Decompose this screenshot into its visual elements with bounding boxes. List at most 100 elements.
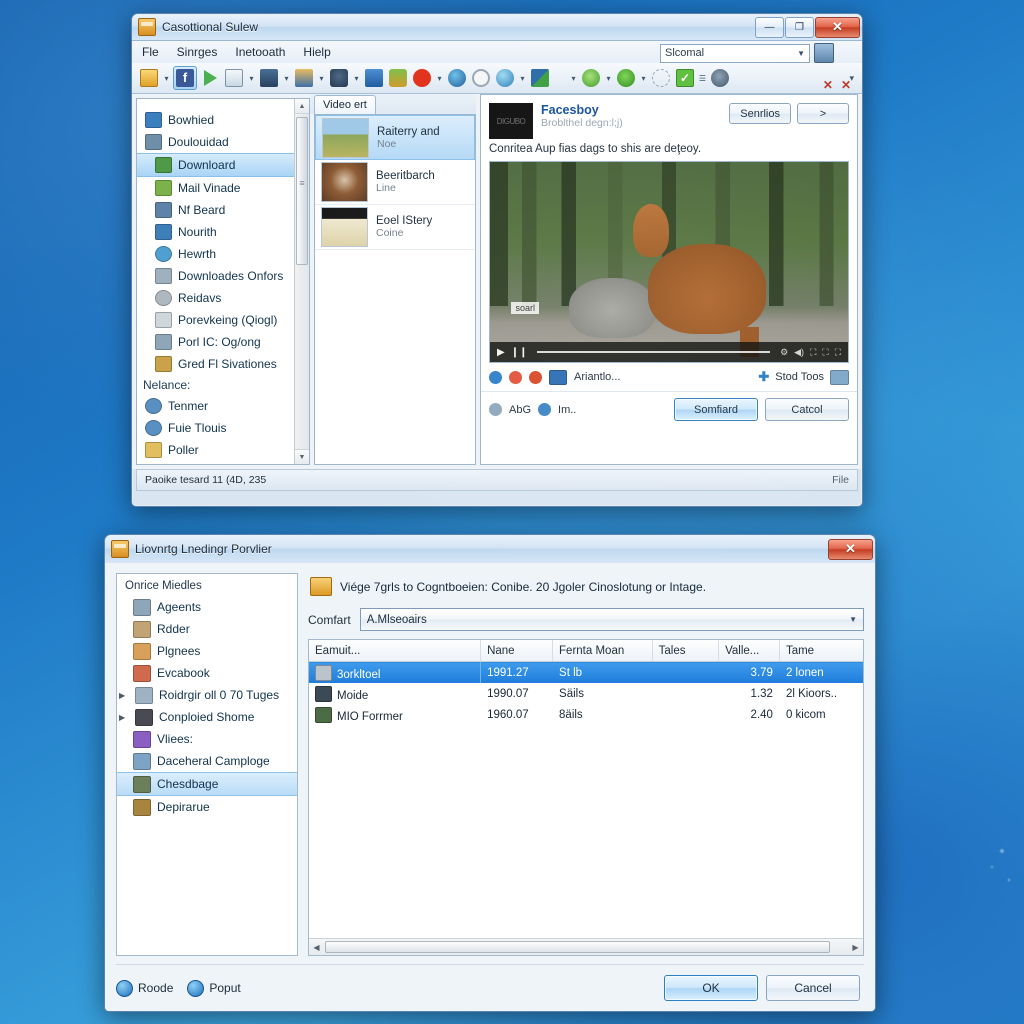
plus-icon[interactable]: ✚ bbox=[758, 369, 769, 385]
cancel-button[interactable]: Catcol bbox=[765, 398, 849, 421]
video-icon[interactable] bbox=[549, 369, 567, 385]
chevron-down-icon[interactable]: ▾ bbox=[282, 74, 291, 83]
menu-item-tools[interactable]: Inetooath bbox=[235, 45, 285, 59]
share-icon[interactable] bbox=[489, 370, 502, 384]
chevron-down-icon[interactable]: ▾ bbox=[352, 74, 361, 83]
media-list[interactable]: Raiterry and Noe Beeritbarch Line Eoel I… bbox=[314, 114, 476, 465]
clock-icon[interactable] bbox=[470, 67, 492, 89]
search-dropdown[interactable]: Slcomal ▼ bbox=[660, 43, 810, 63]
scroll-up-icon[interactable]: ▲ bbox=[295, 99, 309, 114]
settings-icon[interactable]: ⚙ bbox=[780, 347, 788, 358]
list-item[interactable]: Raiterry and Noe bbox=[315, 115, 475, 160]
menu-item-settings[interactable]: Sinrges bbox=[177, 45, 218, 59]
dialog-tree-item-selected[interactable]: Chesdbage bbox=[117, 772, 297, 796]
dialog-tree-item-3[interactable]: Evcabook bbox=[117, 662, 297, 684]
column-header-tales[interactable]: Tales bbox=[652, 640, 720, 662]
sidebar-item-0[interactable]: Bowhied bbox=[137, 109, 295, 131]
dialog-tree[interactable]: Onrice Miedles Ageents Rdder Plgnees Evc… bbox=[116, 573, 298, 956]
chevron-down-icon[interactable]: ▾ bbox=[518, 74, 527, 83]
close-button[interactable]: ✕ bbox=[815, 16, 860, 38]
column-header-name[interactable]: Nane bbox=[480, 640, 554, 662]
dialog-tree-item-5[interactable]: ▶ Conploied Shome bbox=[117, 706, 297, 728]
minimize-button[interactable]: — bbox=[755, 16, 784, 38]
maximize-button[interactable]: ❐ bbox=[785, 16, 814, 38]
dialog-table[interactable]: Eamuit... Nane Fernta Moan Tales Valle..… bbox=[308, 639, 864, 956]
column-header-value[interactable]: Valle... bbox=[718, 640, 780, 662]
chevron-down-icon[interactable]: ▾ bbox=[247, 74, 256, 83]
sidebar-item-6[interactable]: Hewrth bbox=[137, 243, 295, 265]
sidebar-section-item-2[interactable]: Poller bbox=[137, 439, 295, 461]
tab-video[interactable]: Video ert bbox=[314, 95, 376, 114]
dialog-tree-item-2[interactable]: Plgnees bbox=[117, 640, 297, 662]
torrent-icon[interactable] bbox=[328, 67, 350, 89]
column-header-format[interactable]: Eamuit... bbox=[309, 640, 482, 662]
pause-icon[interactable]: ❙❙ bbox=[511, 347, 528, 358]
format-dropdown[interactable]: A.Mlseoairs ▼ bbox=[359, 608, 864, 631]
volume-icon[interactable]: ◀) bbox=[794, 347, 804, 358]
dialog-tree-item-6[interactable]: Vliees: bbox=[117, 728, 297, 750]
sidebar-item-5[interactable]: Nourith bbox=[137, 221, 295, 243]
scroll-down-icon[interactable]: ▼ bbox=[295, 449, 309, 464]
sidebar-section-item-1[interactable]: Fuie Tlouis bbox=[137, 417, 295, 439]
ok-button[interactable]: OK bbox=[664, 975, 758, 1001]
expander-icon[interactable]: ▶ bbox=[119, 691, 129, 700]
monitor-icon[interactable] bbox=[814, 43, 834, 63]
sidebar-item-10[interactable]: Porl IC: Og/ong bbox=[137, 331, 295, 353]
expander-icon[interactable]: ▶ bbox=[119, 713, 129, 722]
check-icon[interactable]: ✓ bbox=[674, 67, 696, 89]
sidebar-section-item-0[interactable]: Tenmer bbox=[137, 395, 295, 417]
dialog-tree-item-9[interactable]: Depirarue bbox=[117, 796, 297, 818]
column-header-time[interactable]: Tame bbox=[779, 640, 863, 662]
play-icon[interactable]: ▶ bbox=[497, 347, 505, 358]
sidebar-item-3[interactable]: Mail Vinade bbox=[137, 177, 295, 199]
sidebar-scrollbar[interactable]: ▲ ▼ bbox=[294, 99, 309, 464]
menu-item-file[interactable]: Fle bbox=[142, 45, 159, 59]
next-button[interactable]: > bbox=[797, 103, 849, 124]
sidebar-item-9[interactable]: Porevkeing (Qiogl) bbox=[137, 309, 295, 331]
record-icon[interactable] bbox=[509, 370, 522, 384]
dialog-tree-item-1[interactable]: Rdder bbox=[117, 618, 297, 640]
sidebar-tree[interactable]: Bowhied Doulouidad Downloard Mail Vinade… bbox=[136, 98, 310, 465]
table-row[interactable]: Moide 1990.07 Säils 1.32 2l Kioors.. bbox=[309, 683, 863, 704]
services-button[interactable]: Senrlios bbox=[729, 103, 791, 124]
table-hscrollbar[interactable]: ◀ ▶ bbox=[309, 938, 863, 955]
confirm-button[interactable]: Somfiard bbox=[674, 398, 758, 421]
chevron-down-icon[interactable]: ▾ bbox=[435, 74, 444, 83]
scroll-right-icon[interactable]: ▶ bbox=[848, 943, 863, 952]
screen-icon[interactable] bbox=[830, 369, 849, 385]
close-icon[interactable]: ✕ bbox=[841, 78, 851, 92]
column-header-frame[interactable]: Fernta Moan bbox=[552, 640, 653, 662]
chevron-down-icon[interactable]: ▾ bbox=[639, 74, 648, 83]
document-icon[interactable] bbox=[363, 67, 385, 89]
dialog-tree-item-0[interactable]: Ageents bbox=[117, 596, 297, 618]
menu-item-help[interactable]: Hielp bbox=[303, 45, 330, 59]
image-icon[interactable] bbox=[538, 403, 552, 416]
fullscreen-icon[interactable]: ⛶ bbox=[835, 347, 841, 358]
sidebar-item-11[interactable]: Gred Fl Sivationes bbox=[137, 353, 295, 375]
hscroll-track[interactable] bbox=[324, 941, 848, 953]
play-icon[interactable] bbox=[199, 67, 221, 89]
opera-icon[interactable] bbox=[411, 67, 433, 89]
picture-icon[interactable] bbox=[529, 67, 551, 89]
open-folder-icon[interactable] bbox=[138, 67, 160, 89]
list-item[interactable]: Beeritbarch Line bbox=[315, 160, 475, 205]
table-row[interactable]: 3orkltoel 1991.27 St lb 3.79 2 lonen bbox=[309, 661, 863, 683]
settings-icon[interactable] bbox=[709, 67, 731, 89]
progress-bar[interactable] bbox=[537, 351, 771, 353]
sidebar-item-4[interactable]: Nf Beard bbox=[137, 199, 295, 221]
chevron-down-icon[interactable]: ▾ bbox=[317, 74, 326, 83]
chevron-down-icon[interactable]: ▾ bbox=[569, 74, 578, 83]
theater-icon[interactable]: ⛶ bbox=[822, 347, 828, 358]
video-player[interactable]: soarl ▶ ❙❙ ⚙ ◀) ⛶ ⛶ ⛶ bbox=[489, 161, 849, 363]
magic-wand-icon[interactable] bbox=[650, 67, 672, 89]
list-item[interactable]: Eoel IStery Coine bbox=[315, 205, 475, 250]
explorer-icon[interactable] bbox=[446, 67, 468, 89]
list-icon[interactable]: ☰ bbox=[698, 74, 707, 83]
scrollbar-thumb[interactable] bbox=[296, 117, 308, 265]
user-folder-icon[interactable] bbox=[293, 67, 315, 89]
chevron-down-icon[interactable]: ▾ bbox=[604, 74, 613, 83]
sidebar-item-7[interactable]: Downloades Onfors bbox=[137, 265, 295, 287]
dialog-tree-item-4[interactable]: ▶ Roidrgir oll 0 70 Tuges bbox=[117, 684, 297, 706]
poput-link[interactable]: Poput bbox=[187, 979, 241, 997]
captions-icon[interactable]: ⛶ bbox=[810, 347, 816, 358]
